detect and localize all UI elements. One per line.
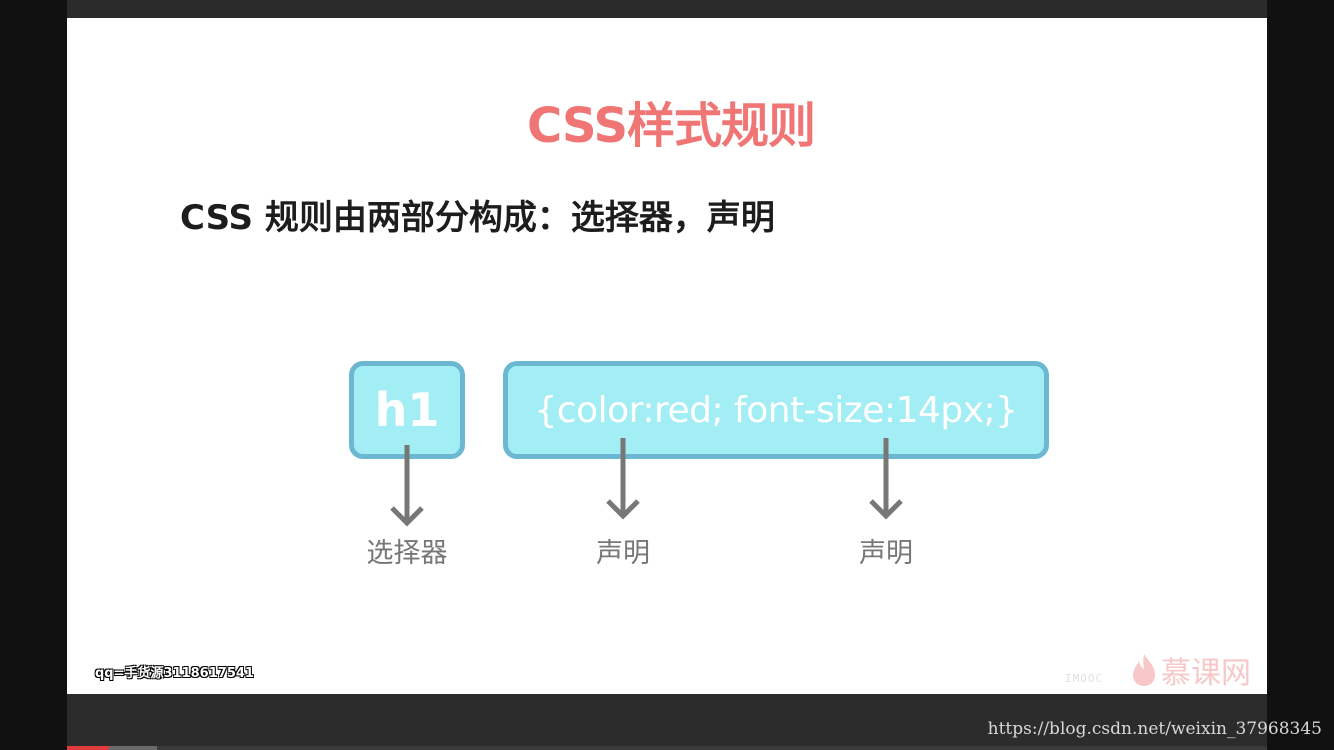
declaration-label: 声明 [596, 538, 650, 569]
slide-title: CSS样式规则 [526, 98, 816, 154]
arrow-down-icon [606, 438, 640, 520]
top-bar [67, 0, 1267, 18]
qq-watermark: qq=手货源3118617541 [95, 666, 254, 681]
declaration-box: {color:red; font-size:14px;} [503, 361, 1049, 459]
declaration-label: 声明 [859, 538, 913, 569]
progress-played [67, 746, 109, 750]
letterbox-left [0, 0, 67, 750]
brand-subtext: IMOOC [1065, 672, 1104, 685]
arrow-down-icon [390, 445, 424, 527]
selector-label: 选择器 [366, 538, 448, 569]
progress-bar[interactable] [67, 746, 1267, 750]
flame-icon [1133, 654, 1155, 686]
brand-logo: 慕课网 [1131, 648, 1251, 692]
url-watermark: https://blog.csdn.net/weixin_37968345 [987, 719, 1322, 739]
letterbox-right [1267, 0, 1334, 750]
slide: CSS样式规则 CSS 规则由两部分构成：选择器，声明 h1 {color:re… [67, 18, 1267, 694]
video-player: CSS样式规则 CSS 规则由两部分构成：选择器，声明 h1 {color:re… [0, 0, 1334, 750]
arrow-down-icon [869, 438, 903, 520]
slide-subtitle: CSS 规则由两部分构成：选择器，声明 [180, 198, 775, 238]
brand-text: 慕课网 [1161, 656, 1251, 691]
